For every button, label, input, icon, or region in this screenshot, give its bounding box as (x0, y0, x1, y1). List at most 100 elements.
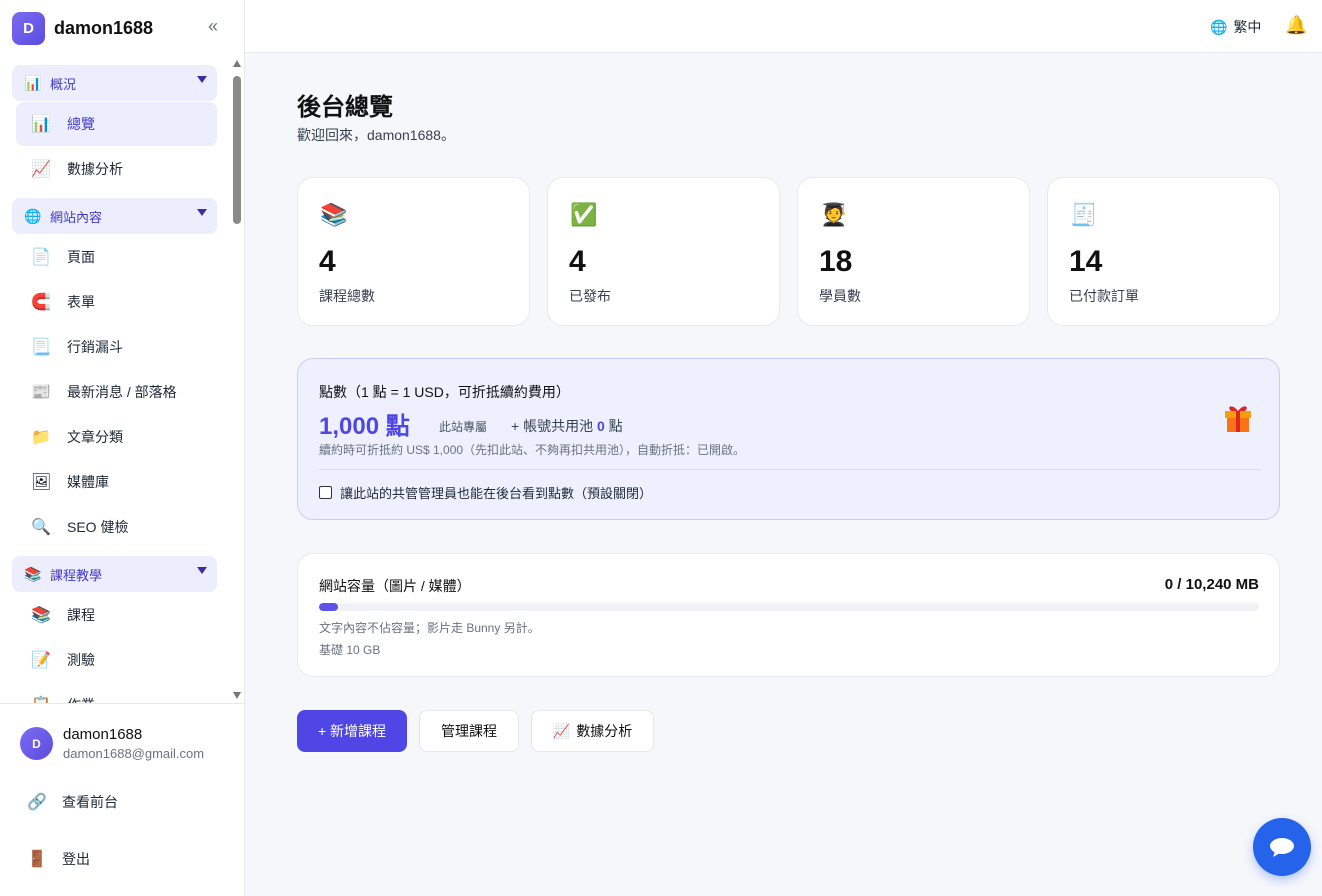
user-email: damon1688@gmail.com (63, 746, 205, 761)
sidebar-item-label: 文章分類 (67, 429, 123, 445)
section-site-content[interactable]: 🌐 網站內容 (12, 198, 217, 234)
pool-suffix: 點 (608, 418, 623, 434)
sidebar-item-label: 作業 (67, 695, 95, 703)
section-overview[interactable]: 📊 概況 (12, 65, 217, 101)
scroll-down-arrow-icon[interactable] (233, 692, 241, 699)
divider (319, 469, 1261, 470)
page-title: 後台總覽 (297, 94, 393, 121)
section-courses[interactable]: 📚 課程教學 (12, 556, 217, 592)
caret-down-icon (197, 76, 207, 83)
stat-value: 14 (1069, 245, 1103, 278)
sidebar-scrollbar[interactable] (231, 58, 243, 703)
page-subtitle: 歡迎回來，damon1688。 (297, 127, 455, 143)
stat-label: 已發布 (569, 288, 611, 304)
stat-value: 4 (569, 245, 586, 278)
sidebar-item-label: 數據分析 (67, 161, 123, 177)
check-mark-icon: ✅ (570, 202, 598, 227)
student-icon: 🧑‍🎓 (820, 202, 848, 227)
stat-card-students: 🧑‍🎓 18 學員數 (797, 177, 1030, 326)
avatar[interactable]: D (20, 727, 53, 760)
view-frontend-link[interactable]: 🔗 查看前台 (26, 792, 118, 812)
newspaper-icon: 📰 (31, 384, 51, 401)
sidebar-item-courses[interactable]: 📚 課程 (16, 593, 217, 637)
sidebar-item-pages[interactable]: 📄 頁面 (16, 235, 217, 279)
globe-icon: 🌐 (24, 207, 42, 224)
stat-value: 4 (319, 245, 336, 278)
storage-usage: 0 / 10,240 MB (1164, 576, 1259, 593)
gift-icon (1225, 406, 1251, 432)
sidebar-item-forms[interactable]: 🧲 表單 (16, 280, 217, 324)
storage-progress-bar (319, 603, 1259, 611)
points-card: 點數（1 點 = 1 USD，可折抵續約費用） 1,000 點 此站專屬 + 帳… (297, 358, 1280, 520)
chat-launcher-button[interactable] (1253, 818, 1311, 876)
checkbox-label: 讓此站的共管管理員也能在後台看到點數（預設關閉） (340, 486, 653, 501)
logout-link[interactable]: 🚪 登出 (26, 849, 90, 869)
sidebar-item-media[interactable]: 🖼 媒體庫 (16, 460, 217, 504)
section-label: 概況 (50, 76, 77, 92)
sidebar-item-label: 課程 (67, 607, 95, 623)
page-icon: 📄 (31, 249, 51, 266)
user-name: damon1688 (63, 726, 143, 743)
view-frontend-label: 查看前台 (62, 794, 118, 810)
analytics-button[interactable]: 📈 數據分析 (531, 710, 654, 752)
sidebar-item-label: 頁面 (67, 249, 95, 265)
sidebar-nav: 📊 概況 📊 總覽 📈 數據分析 🌐 網站內容 📄 頁面 🧲 表單 📃 行銷漏斗 (0, 58, 231, 703)
sidebar-item-categories[interactable]: 📁 文章分類 (16, 415, 217, 459)
storage-card: 網站容量（圖片 / 媒體） 0 / 10,240 MB 文字內容不佔容量；影片走… (297, 553, 1280, 677)
brand-name: damon1688 (54, 18, 154, 38)
points-pool: + 帳號共用池 0 點 (511, 416, 623, 436)
sidebar-item-label: 媒體庫 (67, 474, 109, 490)
brand[interactable]: D damon1688 (12, 12, 232, 45)
clipboard-icon: 📋 (31, 695, 51, 703)
section-label: 課程教學 (50, 567, 103, 583)
sidebar-item-label: SEO 健檢 (67, 519, 129, 535)
chart-icon: 📊 (31, 116, 51, 133)
language-switcher[interactable]: 🌐 繁中 (1210, 17, 1261, 37)
sidebar-item-funnel[interactable]: 📃 行銷漏斗 (16, 325, 217, 369)
topbar: 🌐 繁中 🔔 (245, 0, 1322, 53)
collapse-sidebar-icon[interactable]: « (208, 16, 218, 36)
folder-icon: 📁 (31, 429, 51, 446)
points-title: 點數（1 點 = 1 USD，可折抵續約費用） (319, 384, 570, 400)
magnifier-icon: 🔍 (31, 519, 51, 536)
globe-icon: 🌐 (1210, 18, 1228, 35)
sidebar-footer: D damon1688 damon1688@gmail.com 🔗 查看前台 🚪… (0, 703, 244, 896)
chat-bubble-icon (1270, 838, 1294, 857)
stat-card-published: ✅ 4 已發布 (547, 177, 780, 326)
pencil-memo-icon: 📝 (31, 652, 51, 669)
logout-label: 登出 (62, 851, 90, 867)
add-course-button[interactable]: + 新增課程 (297, 710, 407, 752)
stat-label: 學員數 (819, 288, 861, 304)
points-amount: 1,000 點 (319, 413, 410, 440)
bell-icon[interactable]: 🔔 (1285, 15, 1307, 36)
sidebar-item-label: 最新消息 / 部落格 (67, 384, 177, 400)
sidebar-item-analytics[interactable]: 📈 數據分析 (16, 147, 217, 191)
sidebar-item-homework[interactable]: 📋 作業 (16, 683, 217, 703)
stat-value: 18 (819, 245, 853, 278)
sidebar-item-seo[interactable]: 🔍 SEO 健檢 (16, 505, 217, 549)
brand-logo: D (12, 12, 45, 45)
points-exclusive-label: 此站專屬 (439, 420, 488, 434)
sidebar-item-label: 行銷漏斗 (67, 339, 123, 355)
language-label: 繁中 (1233, 19, 1262, 35)
caret-down-icon (197, 567, 207, 574)
sidebar-item-overview[interactable]: 📊 總覽 (16, 102, 217, 146)
magnet-icon: 🧲 (31, 294, 51, 311)
caret-down-icon (197, 209, 207, 216)
stat-label: 課程總數 (319, 288, 375, 304)
checkbox[interactable] (319, 486, 332, 499)
points-visibility-checkbox[interactable]: 讓此站的共管管理員也能在後台看到點數（預設關閉） (319, 483, 652, 502)
manage-courses-button[interactable]: 管理課程 (419, 710, 519, 752)
points-note: 續約時可折抵約 US$ 1,000（先扣此站、不夠再扣共用池），自動折抵：已開啟… (319, 443, 746, 457)
receipt-icon: 🧾 (1070, 202, 1098, 227)
image-icon: 🖼 (31, 474, 52, 491)
scroll-up-arrow-icon[interactable] (233, 60, 241, 67)
chart-icon: 📊 (24, 74, 42, 91)
sidebar-item-quiz[interactable]: 📝 測驗 (16, 638, 217, 682)
storage-base: 基礎 10 GB (319, 643, 381, 657)
stat-card-orders: 🧾 14 已付款訂單 (1047, 177, 1280, 326)
books-icon: 📚 (320, 202, 348, 227)
sidebar-item-news[interactable]: 📰 最新消息 / 部落格 (16, 370, 217, 414)
storage-title: 網站容量（圖片 / 媒體） (319, 578, 471, 594)
scroll-thumb[interactable] (233, 76, 241, 224)
